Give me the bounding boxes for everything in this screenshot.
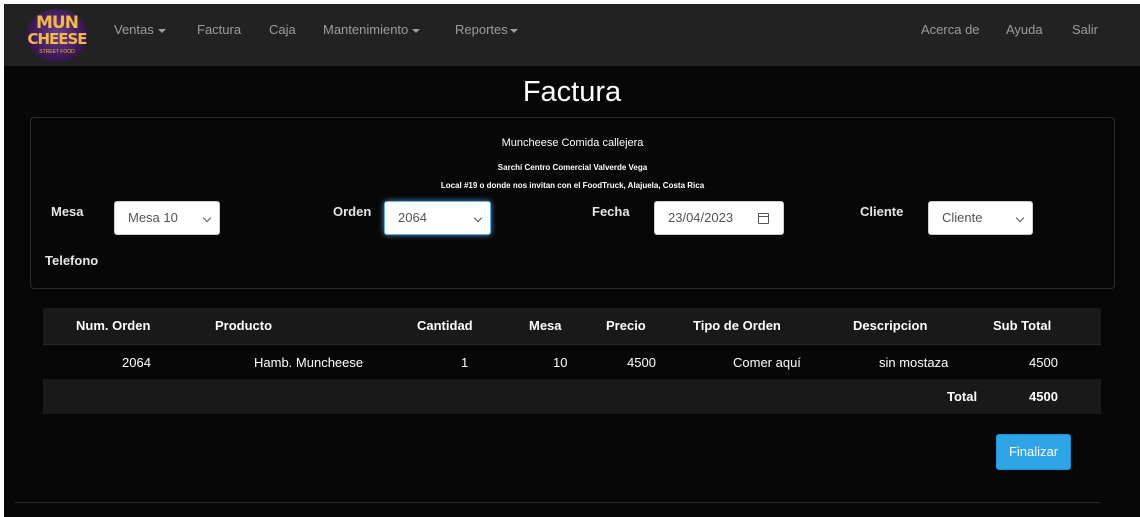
fecha-label: Fecha: [592, 204, 630, 219]
col-cantidad: Cantidad: [417, 318, 473, 333]
nav-mantenimiento-label: Mantenimiento: [323, 22, 409, 37]
nav-factura[interactable]: Factura: [197, 4, 241, 66]
total-label: Total: [947, 389, 978, 404]
nav-reportes-label: Reportes: [455, 22, 508, 37]
calendar-icon[interactable]: [758, 213, 769, 224]
cliente-label: Cliente: [860, 204, 904, 219]
caret-down-icon: [509, 28, 518, 33]
cell-cantidad: 1: [461, 355, 469, 370]
orden-select[interactable]: 2064: [384, 201, 491, 235]
fecha-date-input[interactable]: 23/04/2023: [654, 201, 784, 235]
cell-precio: 4500: [627, 355, 656, 370]
cell-sub-total: 4500: [1029, 355, 1058, 370]
nav-mantenimiento-dropdown[interactable]: Mantenimiento: [323, 4, 421, 66]
col-sub-total: Sub Total: [993, 318, 1052, 333]
cell-tipo-orden: Comer aquí: [733, 355, 801, 370]
table-row[interactable]: 2064 Hamb. Muncheese 1 10 4500 Comer aqu…: [43, 344, 1101, 379]
app-frame: MUN CHEESE STREET FOOD Ventas Factura Ca…: [4, 4, 1140, 517]
mesa-label: Mesa: [51, 204, 84, 219]
table-header: Num. Orden Producto Cantidad Mesa Precio…: [43, 308, 1101, 344]
orden-label: Orden: [333, 204, 372, 219]
nav-ayuda[interactable]: Ayuda: [1006, 4, 1043, 66]
navbar: MUN CHEESE STREET FOOD Ventas Factura Ca…: [4, 4, 1140, 66]
page-title: Factura: [522, 76, 622, 108]
nav-ventas-label: Ventas: [114, 22, 154, 37]
col-tipo-orden: Tipo de Orden: [693, 318, 781, 333]
caret-down-icon: [157, 28, 166, 33]
business-name: Muncheese Comida callejera: [501, 137, 644, 149]
nav-salir[interactable]: Salir: [1072, 4, 1098, 66]
nav-acerca-de[interactable]: Acerca de: [921, 4, 980, 66]
mesa-select[interactable]: Mesa 10: [114, 201, 220, 235]
finalizar-button[interactable]: Finalizar: [996, 434, 1071, 470]
cell-producto: Hamb. Muncheese: [254, 355, 364, 370]
cliente-select-value: Cliente: [942, 210, 983, 225]
business-address-line1: Sarchí Centro Comercial Valverde Vega: [497, 163, 648, 172]
cell-mesa: 10: [553, 355, 568, 370]
logo-text-bottom: CHEESE: [27, 30, 87, 48]
total-value: 4500: [1029, 389, 1058, 404]
business-address-line2: Local #19 o donde nos invitan con el Foo…: [440, 181, 705, 190]
col-descripcion: Descripcion: [853, 318, 928, 333]
footer-divider: [15, 502, 1100, 503]
chevron-down-icon: [473, 213, 483, 223]
nav-ventas-dropdown[interactable]: Ventas: [114, 4, 166, 66]
col-precio: Precio: [606, 318, 646, 333]
col-mesa: Mesa: [529, 318, 562, 333]
col-producto: Producto: [215, 318, 273, 333]
col-num-orden: Num. Orden: [76, 318, 151, 333]
fecha-date-value: 23/04/2023: [668, 210, 734, 225]
brand-logo[interactable]: MUN CHEESE STREET FOOD: [26, 9, 88, 62]
logo-tagline: STREET FOOD: [39, 49, 75, 55]
mesa-select-value: Mesa 10: [128, 210, 178, 225]
nav-reportes-dropdown[interactable]: Reportes: [455, 4, 518, 66]
nav-caja[interactable]: Caja: [269, 4, 296, 66]
chevron-down-icon: [202, 213, 212, 223]
telefono-label: Telefono: [45, 253, 99, 268]
invoice-form-panel: Muncheese Comida callejera Sarchí Centro…: [30, 117, 1115, 289]
order-table: Num. Orden Producto Cantidad Mesa Precio…: [43, 308, 1101, 414]
cell-num-orden: 2064: [122, 355, 151, 370]
cell-descripcion: sin mostaza: [879, 355, 949, 370]
caret-down-icon: [412, 28, 421, 33]
table-total-row: Total 4500: [43, 379, 1101, 414]
chevron-down-icon: [1015, 213, 1025, 223]
cliente-select[interactable]: Cliente: [928, 201, 1033, 235]
orden-select-value: 2064: [398, 210, 427, 225]
